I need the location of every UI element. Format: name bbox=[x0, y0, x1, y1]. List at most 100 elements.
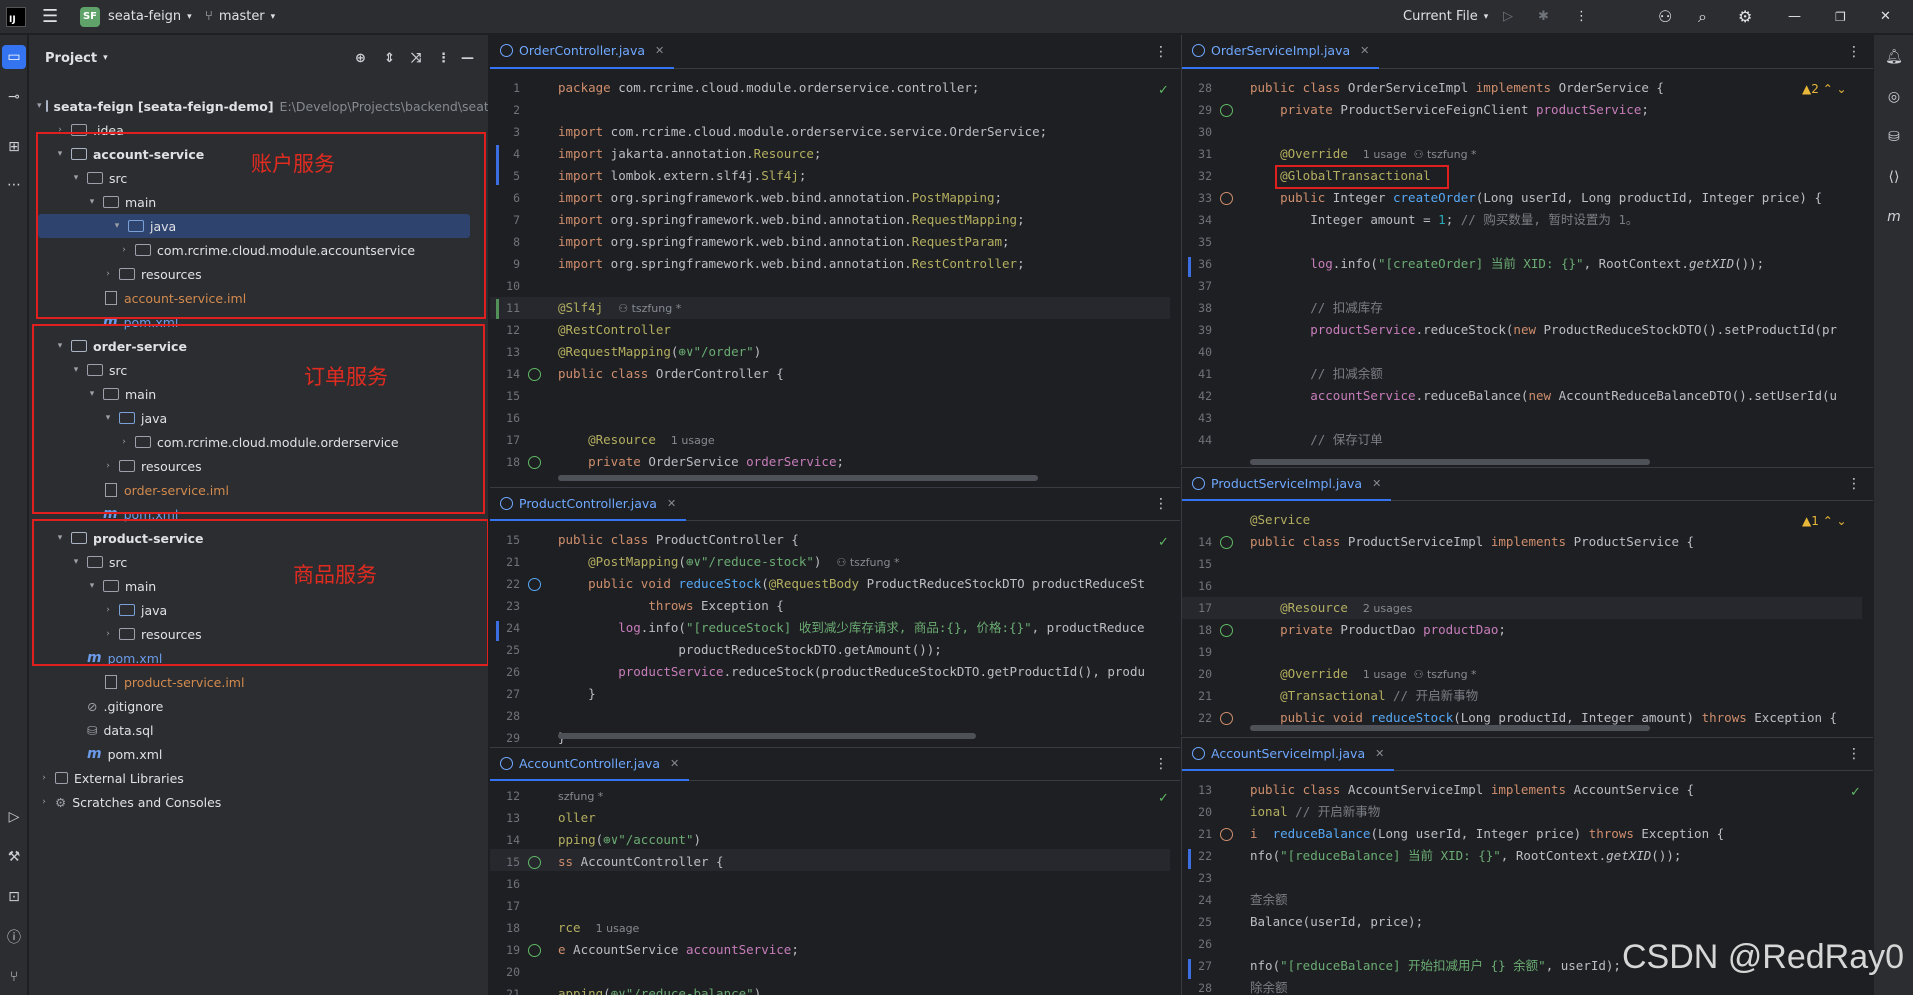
project-name: seata-feign bbox=[108, 9, 182, 24]
override-icon[interactable] bbox=[1220, 712, 1233, 725]
class-icon bbox=[1192, 476, 1205, 490]
tree-root[interactable]: ▾ seata-feign [seata-feign-demo] E:\Deve… bbox=[29, 94, 488, 118]
class-icon bbox=[1192, 746, 1205, 760]
hide-panel-icon[interactable]: — bbox=[461, 51, 474, 66]
restore-icon[interactable]: ❐ bbox=[1835, 0, 1846, 34]
bean-icon[interactable] bbox=[1220, 624, 1233, 637]
annotation-box-global-transactional bbox=[1275, 165, 1449, 189]
annotation-box-product bbox=[32, 519, 488, 666]
add-user-icon[interactable]: ⚇ bbox=[1658, 0, 1672, 34]
ai-assistant-icon[interactable]: ◎ bbox=[1882, 85, 1906, 109]
more-tools-icon[interactable]: ⋯ bbox=[2, 173, 26, 197]
tab-product-service-impl[interactable]: ProductServiceImpl.java ✕ bbox=[1182, 467, 1392, 501]
editor-order-controller[interactable]: OrderController.java ✕ ⋮ 1 package com.rcr… bbox=[490, 35, 1180, 485]
tree-item[interactable]: ⛁ data.sql bbox=[29, 718, 488, 742]
check-icon: ✓ bbox=[1158, 83, 1169, 98]
close-tab-icon[interactable]: ✕ bbox=[1372, 477, 1381, 490]
close-tab-icon[interactable]: ✕ bbox=[667, 497, 676, 510]
annotation-label-account: 账户服务 bbox=[251, 152, 335, 176]
minimize-icon[interactable]: — bbox=[1788, 0, 1801, 34]
project-panel-title[interactable]: Project bbox=[45, 51, 97, 66]
endpoint-icon[interactable] bbox=[528, 578, 541, 591]
more-icon[interactable]: ⋮ bbox=[1847, 44, 1861, 60]
annotation-label-order: 订单服务 bbox=[304, 365, 388, 389]
more-icon[interactable]: ⋮ bbox=[1154, 496, 1168, 512]
debug-icon[interactable]: ✱ bbox=[1538, 0, 1549, 34]
collapse-all-icon[interactable]: ⤨ bbox=[411, 51, 421, 66]
tree-item-external-libraries[interactable]: › External Libraries bbox=[29, 766, 488, 790]
tab-account-service-impl[interactable]: AccountServiceImpl.java ✕ bbox=[1182, 737, 1395, 771]
check-icon: ✓ bbox=[1158, 791, 1169, 806]
override-icon[interactable] bbox=[1220, 828, 1233, 841]
bean-icon[interactable] bbox=[528, 368, 541, 381]
close-tab-icon[interactable]: ✕ bbox=[655, 44, 664, 57]
tab-product-controller[interactable]: ProductController.java ✕ bbox=[490, 487, 687, 521]
more-icon[interactable]: ⋮ bbox=[1847, 476, 1861, 492]
tree-item[interactable]: m pom.xml bbox=[29, 742, 488, 766]
tree-item[interactable]: product-service.iml bbox=[29, 670, 488, 694]
endpoints-icon[interactable]: ⟨⟩ bbox=[1882, 165, 1906, 189]
locate-icon[interactable]: ⊕ bbox=[355, 51, 366, 66]
bean-icon[interactable] bbox=[1220, 536, 1233, 549]
database-icon[interactable]: ⛁ bbox=[1882, 125, 1906, 149]
services-icon[interactable]: ▷ bbox=[2, 805, 26, 829]
more-icon[interactable]: ⋮ bbox=[1154, 44, 1168, 60]
run-icon[interactable]: ▷ bbox=[1503, 0, 1513, 34]
tab-account-controller[interactable]: AccountController.java ✕ bbox=[490, 747, 690, 781]
run-config-selector[interactable]: Current File ▾ bbox=[1403, 0, 1488, 34]
tab-order-service-impl[interactable]: OrderServiceImpl.java ✕ bbox=[1182, 35, 1380, 69]
check-icon: ✓ bbox=[1158, 535, 1169, 550]
project-switcher[interactable]: SF seata-feign ▾ bbox=[80, 0, 192, 34]
main-menu-icon[interactable]: ☰ bbox=[42, 0, 58, 34]
project-panel: Project ▾ ⊕ ⇕ ⤨ ⋮ — ▾ seata-feign [seata… bbox=[29, 35, 489, 995]
chevron-down-icon[interactable]: ▾ bbox=[103, 53, 108, 63]
chevron-down-icon: ▾ bbox=[1483, 11, 1489, 22]
bean-icon[interactable] bbox=[528, 944, 541, 957]
warning-count[interactable]: ▲2 ⌃ ⌄ bbox=[1802, 82, 1847, 96]
check-icon: ✓ bbox=[1850, 785, 1861, 800]
editor-account-controller[interactable]: AccountController.java ✕ ⋮ 12 szfung * 13 o… bbox=[490, 747, 1180, 995]
close-icon[interactable]: ✕ bbox=[1880, 0, 1891, 34]
more-actions-icon[interactable]: ⋮ bbox=[1575, 0, 1588, 34]
expand-all-icon[interactable]: ⇕ bbox=[384, 51, 395, 66]
annotation-label-product: 商品服务 bbox=[293, 563, 377, 587]
close-tab-icon[interactable]: ✕ bbox=[1375, 747, 1384, 760]
structure-icon[interactable]: ⊞ bbox=[2, 135, 26, 159]
close-tab-icon[interactable]: ✕ bbox=[1360, 44, 1369, 57]
class-icon bbox=[1192, 44, 1205, 57]
right-tool-strip: 🔔︎ ◎ ⛁ ⟨⟩ m bbox=[1873, 35, 1913, 995]
build-icon[interactable]: ⚒ bbox=[2, 845, 26, 869]
editor-product-service-impl[interactable]: ProductServiceImpl.java ✕ ⋮ ▲1 ⌃ ⌄ @Servi… bbox=[1181, 467, 1873, 735]
override-icon[interactable] bbox=[1220, 192, 1233, 205]
branch-switcher[interactable]: ⑂ master ▾ bbox=[205, 0, 275, 34]
close-tab-icon[interactable]: ✕ bbox=[670, 757, 679, 770]
settings-icon[interactable]: ⚙ bbox=[1738, 0, 1752, 34]
tab-order-controller[interactable]: OrderController.java ✕ bbox=[490, 35, 675, 69]
bean-icon[interactable] bbox=[528, 856, 541, 869]
project-badge: SF bbox=[80, 6, 100, 27]
more-icon[interactable]: ⋮ bbox=[1154, 756, 1168, 772]
more-icon[interactable]: ⋮ bbox=[1847, 746, 1861, 762]
branch-name: master bbox=[218, 9, 265, 24]
tree-item[interactable]: ⊘ .gitignore bbox=[29, 694, 488, 718]
project-tool-icon[interactable]: ▭ bbox=[2, 45, 26, 69]
class-icon bbox=[500, 44, 513, 57]
warning-count[interactable]: ▲1 ⌃ ⌄ bbox=[1802, 514, 1847, 528]
left-tool-strip: ▭ ⊸ ⊞ ⋯ ▷ ⚒ ⊡ ⓘ ⑂ bbox=[0, 35, 28, 995]
search-icon[interactable]: ⌕ bbox=[1698, 0, 1707, 34]
notifications-icon[interactable]: 🔔︎ bbox=[1882, 45, 1906, 69]
maven-icon[interactable]: m bbox=[1882, 205, 1906, 229]
tree-item-scratches[interactable]: › ⚙ Scratches and Consoles bbox=[29, 790, 488, 814]
class-icon bbox=[500, 496, 513, 510]
bean-icon[interactable] bbox=[1220, 104, 1233, 117]
class-icon bbox=[500, 756, 513, 770]
bean-icon[interactable] bbox=[528, 456, 541, 469]
editor-order-service-impl[interactable]: OrderServiceImpl.java ✕ ⋮ ▲2 ⌃ ⌄ 28 public… bbox=[1181, 35, 1873, 465]
editor-product-controller[interactable]: ProductController.java ✕ ⋮ 15 public class… bbox=[490, 487, 1180, 745]
git-icon[interactable]: ⑂ bbox=[2, 965, 26, 989]
branch-icon: ⑂ bbox=[205, 9, 213, 24]
commit-icon[interactable]: ⊸ bbox=[2, 85, 26, 109]
terminal-icon[interactable]: ⊡ bbox=[2, 885, 26, 909]
problems-icon[interactable]: ⓘ bbox=[2, 925, 26, 949]
options-icon[interactable]: ⋮ bbox=[437, 51, 450, 66]
